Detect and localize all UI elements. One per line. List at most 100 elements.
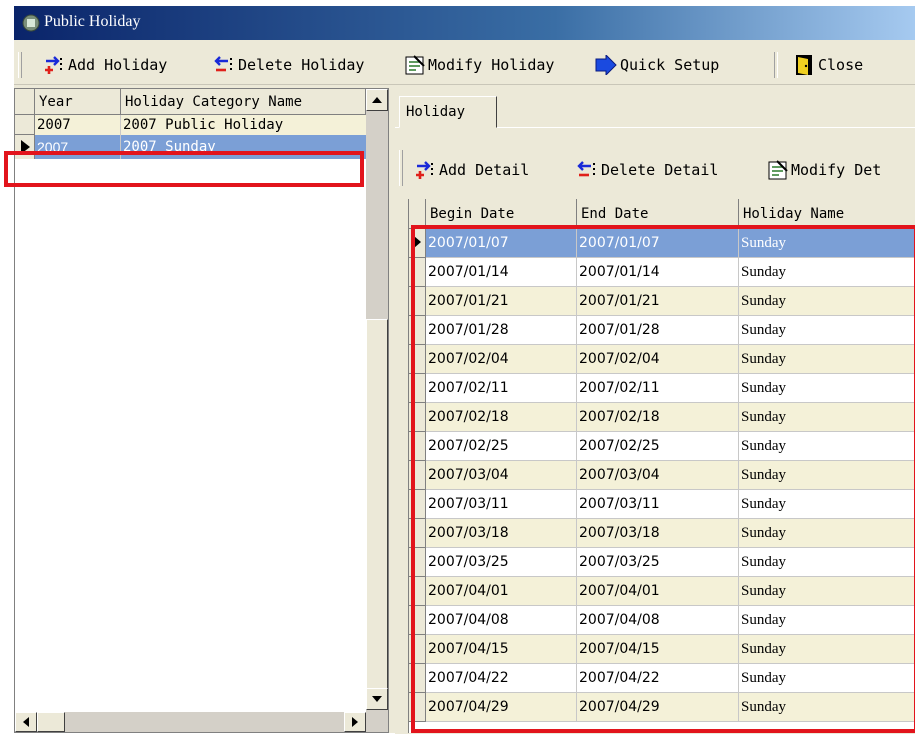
begin-date-cell[interactable]: 2007/01/07 [426, 229, 577, 258]
category-cell[interactable]: 2007 Public Holiday [121, 115, 366, 135]
detail-row-indicator[interactable] [409, 258, 426, 287]
begin-date-cell[interactable]: 2007/01/14 [426, 258, 577, 287]
holiday-name-cell[interactable]: Sunday [739, 635, 915, 664]
tab-holiday[interactable]: Holiday [399, 96, 497, 128]
year-column-header[interactable]: Year [35, 89, 121, 115]
begin-date-cell[interactable]: 2007/04/15 [426, 635, 577, 664]
begin-date-cell[interactable]: 2007/04/29 [426, 693, 577, 722]
holiday-name-column-header[interactable]: Holiday Name [739, 199, 915, 229]
horizontal-scroll-thumb[interactable] [37, 712, 65, 732]
end-date-cell[interactable]: 2007/01/21 [577, 287, 739, 316]
holiday-name-cell[interactable]: Sunday [739, 693, 915, 722]
horizontal-scrollbar[interactable] [15, 712, 366, 732]
delete-holiday-button[interactable]: Delete Holiday [214, 53, 364, 77]
holiday-name-cell[interactable]: Sunday [739, 432, 915, 461]
end-date-cell[interactable]: 2007/04/29 [577, 693, 739, 722]
end-date-cell[interactable]: 2007/02/04 [577, 345, 739, 374]
end-date-cell[interactable]: 2007/02/18 [577, 403, 739, 432]
scroll-right-button[interactable] [344, 712, 366, 732]
detail-row-indicator[interactable] [409, 577, 426, 606]
end-date-cell[interactable]: 2007/02/11 [577, 374, 739, 403]
detail-row-indicator[interactable] [409, 490, 426, 519]
end-date-cell[interactable]: 2007/03/04 [577, 461, 739, 490]
row-indicator-current[interactable] [15, 135, 35, 159]
modify-detail-button[interactable]: Modify Det [767, 158, 881, 182]
add-detail-button[interactable]: Add Detail [415, 158, 529, 182]
toolbar-grip[interactable] [18, 52, 22, 78]
vertical-scrollbar[interactable] [366, 89, 388, 732]
holiday-name-cell[interactable]: Sunday [739, 461, 915, 490]
detail-row-indicator[interactable] [409, 519, 426, 548]
scroll-up-button[interactable] [366, 89, 388, 111]
detail-row-indicator[interactable] [409, 374, 426, 403]
end-date-cell[interactable]: 2007/04/08 [577, 606, 739, 635]
holiday-name-cell[interactable]: Sunday [739, 403, 915, 432]
holiday-name-cell[interactable]: Sunday [739, 345, 915, 374]
year-cell[interactable]: 2007 [35, 115, 121, 135]
detail-row-indicator[interactable] [409, 229, 426, 258]
holiday-name-cell[interactable]: Sunday [739, 490, 915, 519]
begin-date-cell[interactable]: 2007/02/04 [426, 345, 577, 374]
modify-holiday-button[interactable]: Modify Holiday [404, 53, 554, 77]
detail-toolbar-grip[interactable] [399, 150, 403, 186]
detail-row-indicator[interactable] [409, 635, 426, 664]
begin-date-cell[interactable]: 2007/02/25 [426, 432, 577, 461]
close-button[interactable]: Close [794, 53, 863, 77]
row-indicator[interactable] [15, 115, 35, 135]
category-column-header[interactable]: Holiday Category Name [121, 89, 366, 115]
end-date-cell[interactable]: 2007/03/25 [577, 548, 739, 577]
detail-row-indicator[interactable] [409, 316, 426, 345]
detail-row-indicator[interactable] [409, 345, 426, 374]
holiday-name-cell[interactable]: Sunday [739, 664, 915, 693]
year-cell-selected[interactable]: 2007 [35, 135, 121, 159]
end-date-cell[interactable]: 2007/04/22 [577, 664, 739, 693]
category-cell-selected[interactable]: 2007 Sunday [121, 135, 366, 159]
scroll-left-button[interactable] [15, 712, 37, 732]
detail-row-indicator[interactable] [409, 461, 426, 490]
end-date-cell[interactable]: 2007/01/28 [577, 316, 739, 345]
begin-date-column-header[interactable]: Begin Date [426, 199, 577, 229]
begin-date-cell[interactable]: 2007/03/25 [426, 548, 577, 577]
begin-date-cell[interactable]: 2007/01/21 [426, 287, 577, 316]
holiday-name-cell[interactable]: Sunday [739, 316, 915, 345]
holiday-name-cell[interactable]: Sunday [739, 374, 915, 403]
detail-row-indicator[interactable] [409, 548, 426, 577]
holiday-name-cell[interactable]: Sunday [739, 287, 915, 316]
begin-date-cell[interactable]: 2007/02/11 [426, 374, 577, 403]
detail-row-indicator[interactable] [409, 606, 426, 635]
begin-date-cell[interactable]: 2007/03/04 [426, 461, 577, 490]
detail-row-indicator[interactable] [409, 432, 426, 461]
end-date-column-header[interactable]: End Date [577, 199, 739, 229]
holiday-category-grid: Year Holiday Category Name 2007 2007 Pub… [14, 88, 389, 733]
holiday-name-cell[interactable]: Sunday [739, 229, 915, 258]
delete-detail-button[interactable]: Delete Detail [577, 158, 718, 182]
begin-date-cell[interactable]: 2007/04/08 [426, 606, 577, 635]
add-holiday-button[interactable]: Add Holiday [44, 53, 167, 77]
detail-row-indicator[interactable] [409, 403, 426, 432]
scroll-thumb[interactable] [366, 319, 388, 689]
holiday-name-cell[interactable]: Sunday [739, 258, 915, 287]
quick-setup-button[interactable]: Quick Setup [594, 53, 719, 77]
begin-date-cell[interactable]: 2007/03/18 [426, 519, 577, 548]
end-date-cell[interactable]: 2007/01/14 [577, 258, 739, 287]
holiday-name-cell[interactable]: Sunday [739, 577, 915, 606]
end-date-cell[interactable]: 2007/04/15 [577, 635, 739, 664]
begin-date-cell[interactable]: 2007/04/01 [426, 577, 577, 606]
end-date-cell[interactable]: 2007/03/11 [577, 490, 739, 519]
detail-row-indicator[interactable] [409, 287, 426, 316]
end-date-cell[interactable]: 2007/04/01 [577, 577, 739, 606]
end-date-cell[interactable]: 2007/03/18 [577, 519, 739, 548]
begin-date-cell[interactable]: 2007/04/22 [426, 664, 577, 693]
holiday-name-cell[interactable]: Sunday [739, 519, 915, 548]
begin-date-cell[interactable]: 2007/01/28 [426, 316, 577, 345]
begin-date-cell[interactable]: 2007/02/18 [426, 403, 577, 432]
begin-date-cell[interactable]: 2007/03/11 [426, 490, 577, 519]
scroll-down-button[interactable] [366, 688, 388, 710]
end-date-cell[interactable]: 2007/01/07 [577, 229, 739, 258]
holiday-name-cell[interactable]: Sunday [739, 606, 915, 635]
end-date-cell[interactable]: 2007/02/25 [577, 432, 739, 461]
title-bar[interactable]: Public Holiday [14, 6, 915, 40]
detail-row-indicator[interactable] [409, 693, 426, 722]
holiday-name-cell[interactable]: Sunday [739, 548, 915, 577]
detail-row-indicator[interactable] [409, 664, 426, 693]
